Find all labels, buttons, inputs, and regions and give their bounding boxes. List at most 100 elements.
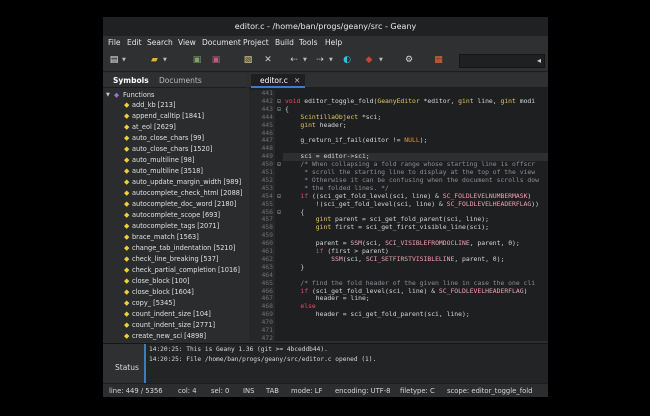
tab-label: editor.c	[260, 76, 288, 85]
list-item[interactable]: ◆ auto_close_chars [99]	[103, 133, 247, 143]
list-item[interactable]: ◆ autocomplete_scope [693]	[103, 210, 247, 220]
function-icon: ◆	[124, 255, 130, 263]
list-item[interactable]: ◆ add_kb [213]	[103, 100, 247, 110]
menu-file[interactable]: File	[108, 38, 121, 47]
run-icon[interactable]: ⚙	[403, 55, 415, 66]
function-icon: ◆	[124, 266, 130, 274]
menu-edit[interactable]: Edit	[127, 38, 142, 47]
status-tab: TAB	[266, 387, 279, 395]
back-icon[interactable]: ⇠	[289, 55, 299, 66]
list-item[interactable]: ◆ append_calltip [1841]	[103, 111, 247, 121]
open-file-icon[interactable]: ▰	[149, 55, 160, 66]
list-item[interactable]: ◆ close_block [1604]	[103, 287, 247, 297]
function-icon: ◆	[124, 189, 130, 197]
list-item[interactable]: ◆ check_line_breaking [537]	[103, 254, 247, 264]
list-item[interactable]: ◆ auto_multiline [98]	[103, 155, 247, 165]
build-icon[interactable]: ◆	[363, 55, 375, 66]
fold-toggle-icon[interactable]: ⊟	[275, 193, 283, 201]
tree-root-functions[interactable]: ▼ ◆ Functions	[103, 90, 247, 100]
function-icon: ◆	[124, 244, 130, 252]
list-item[interactable]: ◆ create_new_sci [4898]	[103, 331, 247, 341]
sidebar: Symbols Documents ▼ ◆ Functions ◆ add_kb …	[103, 73, 247, 341]
title-bar: editor.c - /home/ban/progs/geany/src - G…	[103, 17, 548, 36]
list-item[interactable]: ◆ close_block [100]	[103, 276, 247, 286]
list-item[interactable]: ◆ check_partial_completion [1016]	[103, 265, 247, 275]
menu-project[interactable]: Project	[243, 38, 269, 47]
menu-search[interactable]: Search	[147, 38, 173, 47]
search-input[interactable]: ◂	[459, 54, 545, 68]
geany-window: editor.c - /home/ban/progs/geany/src - G…	[103, 17, 548, 397]
save-icon[interactable]: ▣	[192, 55, 202, 66]
fold-toggle-icon[interactable]: ⊟	[275, 209, 283, 217]
color-chooser-icon[interactable]: ▦	[433, 55, 444, 66]
clear-search-icon[interactable]: ◂	[537, 56, 541, 65]
new-file-dropdown-icon[interactable]: ▼	[122, 57, 126, 63]
list-item[interactable]: ◆ count_indent_size [2771]	[103, 320, 247, 330]
function-icon: ◆	[124, 299, 130, 307]
build-dropdown-icon[interactable]: ▼	[379, 57, 383, 63]
function-icon: ◆	[124, 288, 130, 296]
function-icon: ◆	[124, 321, 130, 329]
function-icon: ◆	[124, 134, 130, 142]
list-item[interactable]: ◆ copy_ [5345]	[103, 298, 247, 308]
function-icon: ◆	[124, 332, 130, 340]
open-file-dropdown-icon[interactable]: ▼	[163, 57, 167, 63]
function-icon: ◆	[124, 156, 130, 164]
tab-symbols[interactable]: Symbols	[113, 76, 149, 85]
forward-dropdown-icon[interactable]: ▼	[329, 57, 333, 63]
code-line: gint header;	[300, 120, 347, 129]
close-icon[interactable]: ✕	[263, 55, 273, 66]
code-area[interactable]: 441 442 443 444 445 446 447 448 449 450 451 452 453 4…	[249, 90, 548, 341]
list-item[interactable]: ◆ autocomplete_check_html [2088]	[103, 188, 247, 198]
list-item[interactable]: ◆ auto_multiline [3518]	[103, 166, 247, 176]
status-ins: INS	[243, 387, 255, 395]
function-icon: ◆	[124, 123, 130, 131]
symbol-tree[interactable]: ▼ ◆ Functions ◆ add_kb [213] ◆ append_call…	[103, 90, 247, 341]
fold-toggle-icon[interactable]: ⊟	[275, 161, 283, 169]
toolbar: ▤ ▼ ▰ ▼ ▣ ▣ ▧ ✕ ⇠ ▼ ⇢ ▼ ◐ ◆ ▼ ⚙ ▦ ◂	[103, 50, 548, 72]
function-icon: ◆	[124, 222, 130, 230]
message-line: 14:20:25: File /home/ban/progs/geany/src…	[149, 356, 377, 363]
list-item[interactable]: ◆ brace_match [1563]	[103, 232, 247, 242]
close-tab-icon[interactable]: ✕	[294, 76, 300, 85]
menu-view[interactable]: View	[178, 38, 196, 47]
tab-documents[interactable]: Documents	[159, 76, 202, 85]
list-item[interactable]: ◆ at_eol [2629]	[103, 122, 247, 132]
menu-bar: File Edit Search View Document Project B…	[103, 36, 548, 50]
fold-toggle-icon[interactable]: ⊟	[275, 106, 283, 114]
tab-status[interactable]: Status	[103, 344, 146, 384]
function-icon: ◆	[124, 145, 130, 153]
list-item[interactable]: ◆ change_tab_indentation [5210]	[103, 243, 247, 253]
menu-document[interactable]: Document	[202, 38, 241, 47]
fold-toggle-icon[interactable]: ⊟	[275, 98, 283, 106]
revert-icon[interactable]: ▧	[243, 55, 253, 66]
window-title: editor.c - /home/ban/progs/geany/src - G…	[234, 22, 417, 31]
code-line: void editor_toggle_fold(GeanyEditor *edi…	[285, 96, 536, 105]
status-bar: line: 449 / 5356 col: 4 sel: 0 INS TAB m…	[103, 383, 548, 397]
list-item[interactable]: ◆ autocomplete_doc_word [2180]	[103, 199, 247, 209]
tab-editor-c[interactable]: editor.c ✕	[251, 74, 305, 88]
functions-folder-icon: ◆	[114, 91, 120, 99]
list-item[interactable]: ◆ auto_close_chars [1520]	[103, 144, 247, 154]
message-line: 14:20:25: This is Geany 1.36 (git >= 4bc…	[149, 346, 328, 353]
menu-tools[interactable]: Tools	[299, 38, 317, 47]
compile-icon[interactable]: ◐	[341, 55, 353, 66]
editor-pane: editor.c ✕ 441 442 443 444 445 446 447 448 449 45…	[249, 73, 548, 341]
status-col: col: 4	[178, 387, 197, 395]
new-file-icon[interactable]: ▤	[109, 55, 119, 66]
line-number: 472	[261, 333, 273, 341]
function-icon: ◆	[124, 200, 130, 208]
code-line: }	[285, 262, 305, 271]
list-item[interactable]: ◆ autocomplete_tags [2071]	[103, 221, 247, 231]
list-item[interactable]: ◆ count_indent_size [104]	[103, 309, 247, 319]
function-icon: ◆	[124, 233, 130, 241]
save-all-icon[interactable]: ▣	[211, 55, 221, 66]
function-icon: ◆	[124, 310, 130, 318]
back-dropdown-icon[interactable]: ▼	[303, 57, 307, 63]
forward-icon[interactable]: ⇢	[315, 55, 325, 66]
list-item[interactable]: ◆ auto_update_margin_width [989]	[103, 177, 247, 187]
menu-build[interactable]: Build	[275, 38, 294, 47]
menu-help[interactable]: Help	[325, 38, 342, 47]
status-filetype: filetype: C	[400, 387, 435, 395]
expander-down-icon[interactable]: ▼	[106, 90, 110, 100]
